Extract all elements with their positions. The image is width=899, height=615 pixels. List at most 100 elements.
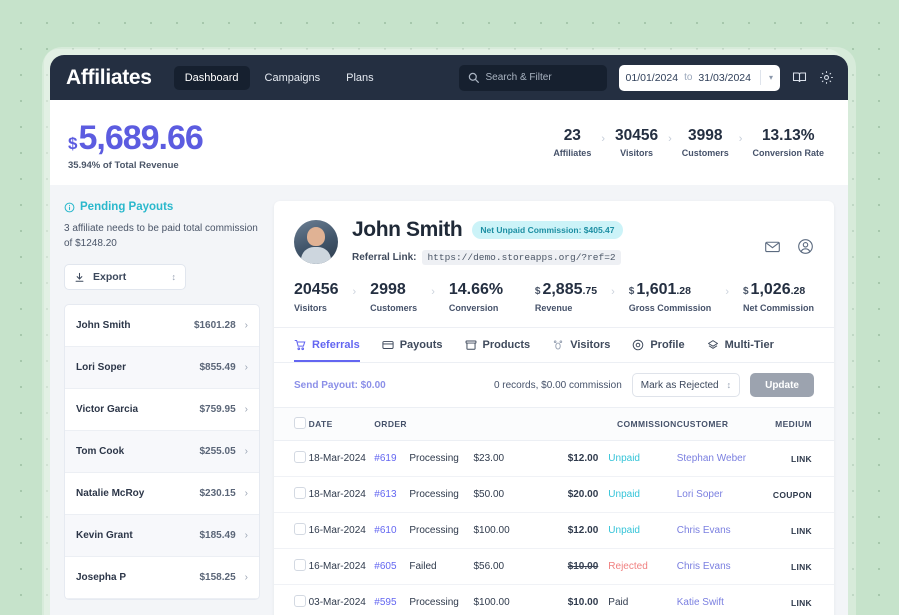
cell-customer[interactable]: Lori Soper bbox=[676, 476, 773, 513]
cell-order-id[interactable]: #613 bbox=[374, 476, 410, 513]
tab-payouts[interactable]: Payouts bbox=[382, 328, 443, 362]
list-item[interactable]: John Smith $1601.28 › bbox=[65, 305, 259, 347]
hero-summary: $ 5,689.66 35.94% of Total Revenue 23 Af… bbox=[50, 100, 848, 185]
chevron-right-icon[interactable]: › bbox=[245, 530, 248, 541]
column-medium[interactable]: MEDIUM bbox=[772, 407, 834, 441]
affiliate-metrics: 20456 Visitors › 2998 Customers › 14.66%… bbox=[274, 265, 834, 328]
affiliate-name-row: John Smith Net Unpaid Commission: $405.4… bbox=[352, 218, 623, 242]
chevron-right-icon[interactable]: › bbox=[245, 320, 248, 331]
cell-order-id[interactable]: #619 bbox=[374, 440, 410, 477]
list-item[interactable]: Lori Soper $855.49 › bbox=[65, 347, 259, 389]
tab-label: Payouts bbox=[399, 339, 443, 351]
date-divider bbox=[759, 70, 761, 85]
nav-item-dashboard[interactable]: Dashboard bbox=[173, 65, 250, 90]
cell-customer[interactable]: Chris Evans bbox=[676, 512, 773, 549]
tab-multi-tier[interactable]: Multi-Tier bbox=[707, 328, 774, 362]
metric-revenue: $2,885.75 Revenue bbox=[535, 281, 597, 313]
send-payout-link[interactable]: Send Payout: $0.00 bbox=[294, 380, 386, 391]
tab-label: Profile bbox=[650, 339, 685, 351]
cell-order-id[interactable]: #605 bbox=[374, 548, 410, 585]
book-icon[interactable] bbox=[792, 70, 807, 85]
chevron-right-icon[interactable]: › bbox=[245, 362, 248, 373]
nav-item-campaigns[interactable]: Campaigns bbox=[254, 66, 332, 90]
metric-value: 2998 bbox=[370, 281, 406, 298]
chevron-down-icon[interactable]: ▾ bbox=[769, 73, 773, 82]
select-all-checkbox[interactable] bbox=[294, 417, 306, 429]
chevron-right-icon: › bbox=[431, 286, 435, 298]
bulk-action-select[interactable]: Mark as Rejected ↕ bbox=[631, 373, 741, 397]
user-account-icon[interactable] bbox=[797, 228, 814, 265]
download-icon bbox=[74, 272, 85, 283]
tab-products[interactable]: Products bbox=[465, 328, 530, 362]
stepper-icon[interactable]: ↕ bbox=[172, 272, 177, 282]
table-row[interactable]: 16-Mar-2024 #610 Processing $100.00 $12.… bbox=[274, 512, 834, 549]
detail-tabs: Referrals Payouts Products Visitors Prof… bbox=[274, 328, 834, 363]
chevron-right-icon[interactable]: › bbox=[245, 404, 248, 415]
chevron-right-icon: › bbox=[738, 133, 743, 145]
stepper-icon: ↕ bbox=[726, 380, 732, 390]
cell-customer[interactable]: Chris Evans bbox=[676, 548, 773, 585]
list-item[interactable]: Josepha P $158.25 › bbox=[65, 557, 259, 599]
table-row[interactable]: 18-Mar-2024 #613 Processing $50.00 $20.0… bbox=[274, 476, 834, 513]
mail-icon[interactable] bbox=[764, 228, 781, 265]
metric-visitors: 20456 Visitors bbox=[294, 281, 339, 313]
row-checkbox[interactable] bbox=[294, 451, 306, 463]
page-title: John Smith bbox=[352, 218, 463, 241]
cell-commission: $12.00 bbox=[547, 512, 599, 549]
app-window: Affiliates Dashboard Campaigns Plans Sea… bbox=[50, 55, 848, 615]
top-navigation-bar: Affiliates Dashboard Campaigns Plans Sea… bbox=[50, 55, 848, 100]
referrals-table: DATE ORDER COMMISSION CUSTOMER MEDIUM 18… bbox=[274, 407, 834, 615]
table-row[interactable]: 18-Mar-2024 #619 Processing $23.00 $12.0… bbox=[274, 440, 834, 477]
card-icon bbox=[382, 339, 394, 351]
tab-visitors[interactable]: Visitors bbox=[552, 328, 610, 362]
cell-order-id[interactable]: #610 bbox=[374, 512, 410, 549]
update-button[interactable]: Update bbox=[750, 373, 814, 397]
cell-date: 03-Mar-2024 bbox=[308, 584, 375, 615]
row-checkbox[interactable] bbox=[294, 559, 306, 571]
list-item[interactable]: Natalie McRoy $230.15 › bbox=[65, 473, 259, 515]
row-select-cell bbox=[274, 548, 309, 585]
table-row[interactable]: 16-Mar-2024 #605 Failed $56.00 $10.00 Re… bbox=[274, 548, 834, 585]
list-item[interactable]: Kevin Grant $185.49 › bbox=[65, 515, 259, 557]
list-item[interactable]: Tom Cook $255.05 › bbox=[65, 431, 259, 473]
metric-value: 20456 bbox=[294, 281, 339, 298]
metric-gross-commission: $1,601.28 Gross Commission bbox=[629, 281, 712, 313]
info-circle-icon bbox=[64, 202, 75, 213]
cell-order-id[interactable]: #595 bbox=[374, 584, 410, 615]
hero-stat-value: 23 bbox=[563, 127, 581, 144]
export-button[interactable]: Export ↕ bbox=[64, 264, 186, 290]
cell-customer[interactable]: Stephan Weber bbox=[676, 440, 773, 477]
target-icon bbox=[632, 339, 644, 351]
date-range-picker[interactable]: 01/01/2024 to 31/03/2024 ▾ bbox=[618, 64, 780, 91]
list-item[interactable]: Victor Garcia $759.95 › bbox=[65, 389, 259, 431]
chevron-right-icon[interactable]: › bbox=[245, 572, 248, 583]
column-date[interactable]: DATE bbox=[308, 407, 375, 441]
total-revenue-share: 35.94% of Total Revenue bbox=[68, 159, 179, 171]
column-order[interactable]: ORDER bbox=[374, 407, 548, 441]
cell-order-total: $56.00 bbox=[473, 548, 548, 585]
metric-customers: 2998 Customers bbox=[370, 281, 417, 313]
chevron-right-icon[interactable]: › bbox=[245, 488, 248, 499]
row-checkbox[interactable] bbox=[294, 595, 306, 607]
cell-order-total: $50.00 bbox=[473, 476, 548, 513]
row-checkbox[interactable] bbox=[294, 487, 306, 499]
affiliate-amount: $759.95 bbox=[199, 404, 236, 415]
gear-icon[interactable] bbox=[819, 70, 834, 85]
table-action-bar: Send Payout: $0.00 0 records, $0.00 comm… bbox=[274, 363, 834, 407]
nav-item-plans[interactable]: Plans bbox=[335, 66, 385, 90]
column-commission[interactable]: COMMISSION bbox=[547, 407, 677, 441]
referral-link-value[interactable]: https://demo.storeapps.org/?ref=2 bbox=[422, 250, 621, 265]
cell-customer[interactable]: Katie Swift bbox=[676, 584, 773, 615]
column-customer[interactable]: CUSTOMER bbox=[676, 407, 773, 441]
status-badge: Net Unpaid Commission: $405.47 bbox=[472, 221, 623, 239]
tab-profile[interactable]: Profile bbox=[632, 328, 685, 362]
row-checkbox[interactable] bbox=[294, 523, 306, 535]
cell-medium: LINK bbox=[772, 512, 834, 549]
table-row[interactable]: 03-Mar-2024 #595 Processing $100.00 $10.… bbox=[274, 584, 834, 615]
hero-stat-affiliates: 23 Affiliates bbox=[547, 127, 597, 158]
search-input[interactable]: Search & Filter bbox=[458, 64, 607, 91]
affiliate-amount: $855.49 bbox=[199, 362, 236, 373]
date-to-label: to bbox=[684, 72, 693, 83]
chevron-right-icon[interactable]: › bbox=[245, 446, 248, 457]
tab-referrals[interactable]: Referrals bbox=[294, 328, 360, 362]
